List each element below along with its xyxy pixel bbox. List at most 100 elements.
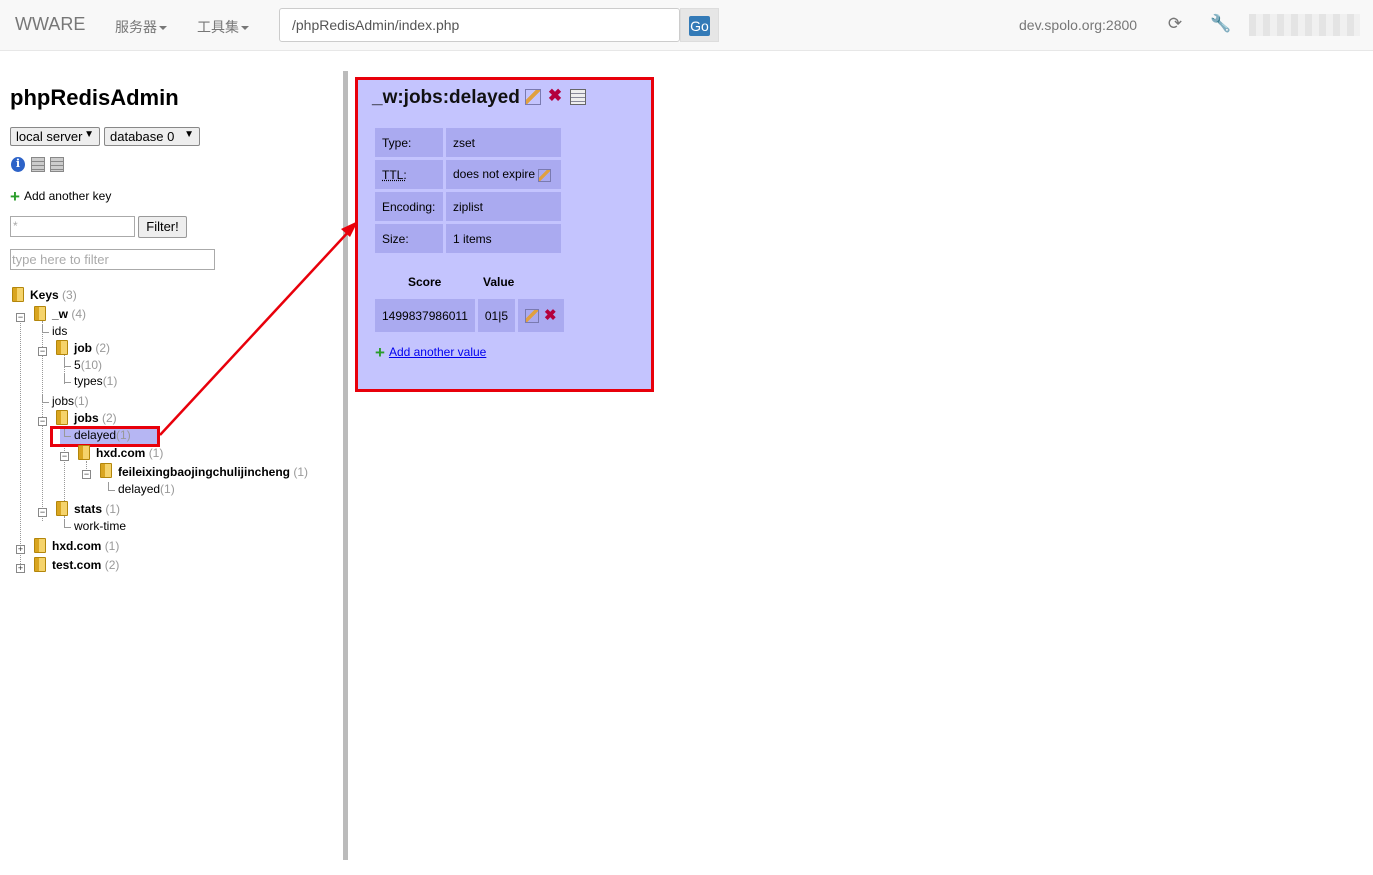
tools-menu[interactable]: 工具集 <box>197 17 249 37</box>
tree-node-w[interactable]: _w (4) <box>52 307 86 321</box>
tree-node-count: (1) <box>293 465 309 479</box>
tree-branch <box>42 324 49 333</box>
folder-icon <box>56 340 68 355</box>
tree-branch <box>64 519 71 528</box>
rename-icon[interactable] <box>525 89 541 105</box>
tree-node-count: (1) <box>104 539 120 553</box>
tree-node-count: (1) <box>74 394 89 408</box>
user-avatar-blurred[interactable] <box>1249 14 1360 36</box>
info-label: Encoding: <box>375 192 443 221</box>
sidebar: phpRedisAdmin local server ▼ database 0 ▼ … <box>0 51 343 875</box>
info-label: Type: <box>375 128 443 157</box>
collapse-icon[interactable]: − <box>16 313 25 322</box>
tree-leaf-label: types <box>74 374 103 388</box>
ttl-value: does not expire <box>453 167 536 182</box>
tree-node-label: feileixingbaojingchulijincheng <box>118 465 291 479</box>
delete-icon[interactable]: ✖ <box>547 87 563 105</box>
add-value-link[interactable]: + Add another value <box>375 344 486 361</box>
tree-node-job[interactable]: job (2) <box>74 341 110 355</box>
info-label: TTL: <box>375 160 443 189</box>
tree-node-count: (1) <box>148 446 164 460</box>
tree-leaf-ids[interactable]: ids <box>42 324 67 338</box>
tree-leaf-types[interactable]: types(1) <box>64 374 117 388</box>
value-cell: 01|5 <box>477 299 516 332</box>
info-row: TTL: does not expire <box>375 160 561 189</box>
tree-branch <box>64 358 71 367</box>
tree-node-feilei[interactable]: feileixingbaojingchulijincheng (1) <box>118 465 308 479</box>
collapse-icon[interactable]: − <box>38 347 47 356</box>
tree-leaf-5[interactable]: 5(10) <box>64 358 102 372</box>
go-button[interactable]: Go <box>680 8 719 42</box>
tree-leaf-delayed-2[interactable]: delayed(1) <box>108 482 175 496</box>
go-button-label: Go <box>689 16 710 36</box>
url-input[interactable]: /phpRedisAdmin/index.php <box>279 8 680 42</box>
expand-icon[interactable]: + <box>16 545 25 554</box>
folder-icon <box>34 538 46 553</box>
score-cell: 1499837986011 <box>375 299 475 332</box>
folder-icon <box>56 410 68 425</box>
key-info-table: Type: zset TTL: does not expire Encoding: z… <box>372 125 564 256</box>
tree-node-label: job <box>74 341 92 355</box>
tree-node-count: (3) <box>62 288 77 302</box>
tree-node-count: (1) <box>102 374 118 388</box>
host-label: dev.spolo.org:2800 <box>1019 17 1138 33</box>
edit-icon[interactable] <box>525 308 540 323</box>
chevron-down-icon <box>241 26 249 31</box>
tree-node-count: (2) <box>102 411 117 425</box>
info-row: Encoding: ziplist <box>375 192 561 221</box>
values-table: 1499837986011 01|5 ✖ <box>372 296 567 335</box>
folder-icon <box>12 287 24 302</box>
add-value-label[interactable]: Add another value <box>389 345 486 359</box>
tree-node-hxd-inner[interactable]: hxd.com (1) <box>96 446 163 460</box>
info-row: Size: 1 items <box>375 224 561 253</box>
folder-icon <box>78 445 90 460</box>
tree-leaf-work-time[interactable]: work-time <box>64 519 126 533</box>
annotation-box-selected-key <box>50 426 160 447</box>
servers-menu-label: 服务器 <box>115 19 157 35</box>
frame-divider[interactable] <box>343 71 348 860</box>
top-navbar: WWARE 服务器 工具集 /phpRedisAdmin/index.php G… <box>0 0 1373 51</box>
tree-node-hxd[interactable]: hxd.com (1) <box>52 539 119 553</box>
tree-node-jobs[interactable]: jobs (2) <box>74 411 117 425</box>
folder-icon <box>56 501 68 516</box>
table-row: 1499837986011 01|5 ✖ <box>375 299 564 332</box>
collapse-icon[interactable]: − <box>60 452 69 461</box>
tree-line <box>20 313 21 566</box>
tree-node-label: _w <box>52 307 69 321</box>
actions-cell: ✖ <box>518 299 564 332</box>
edit-ttl-icon[interactable] <box>538 168 552 182</box>
folder-icon <box>100 463 112 478</box>
collapse-icon[interactable]: − <box>38 417 47 426</box>
tree-leaf-label: work-time <box>74 519 127 533</box>
key-title: _w:jobs:delayed <box>372 87 520 108</box>
info-value: does not expire <box>446 160 561 189</box>
tree-branch <box>108 482 115 491</box>
refresh-icon[interactable]: ⟳ <box>1166 14 1184 34</box>
tree-node-count: (1) <box>160 482 175 496</box>
tree-leaf-label: jobs <box>52 394 75 408</box>
collapse-icon[interactable]: − <box>82 470 91 479</box>
info-label: Size: <box>375 224 443 253</box>
wrench-icon[interactable]: 🔧 <box>1210 14 1231 34</box>
info-value: zset <box>446 128 561 157</box>
chevron-down-icon <box>159 26 167 31</box>
folder-icon <box>34 306 46 321</box>
collapse-icon[interactable]: − <box>38 508 47 517</box>
tree-leaf-jobs[interactable]: jobs(1) <box>42 394 89 408</box>
tree-leaf-label: delayed <box>118 482 161 496</box>
tree-branch <box>64 374 71 383</box>
tree-node-keys[interactable]: Keys (3) <box>30 288 77 302</box>
delete-icon[interactable]: ✖ <box>544 307 557 324</box>
info-value: 1 items <box>446 224 561 253</box>
tree-node-label: Keys <box>30 288 59 302</box>
tree-node-label: hxd.com <box>96 446 146 460</box>
ttl-label: TTL: <box>382 167 407 182</box>
tree-node-test[interactable]: test.com (2) <box>52 558 119 572</box>
tree-node-stats[interactable]: stats (1) <box>74 502 120 516</box>
tree-node-label: hxd.com <box>52 539 102 553</box>
export-icon[interactable] <box>570 89 586 105</box>
expand-icon[interactable]: + <box>16 564 25 573</box>
brand-logo[interactable]: WWARE <box>15 14 85 35</box>
tools-menu-label: 工具集 <box>197 19 239 35</box>
servers-menu[interactable]: 服务器 <box>115 17 167 37</box>
